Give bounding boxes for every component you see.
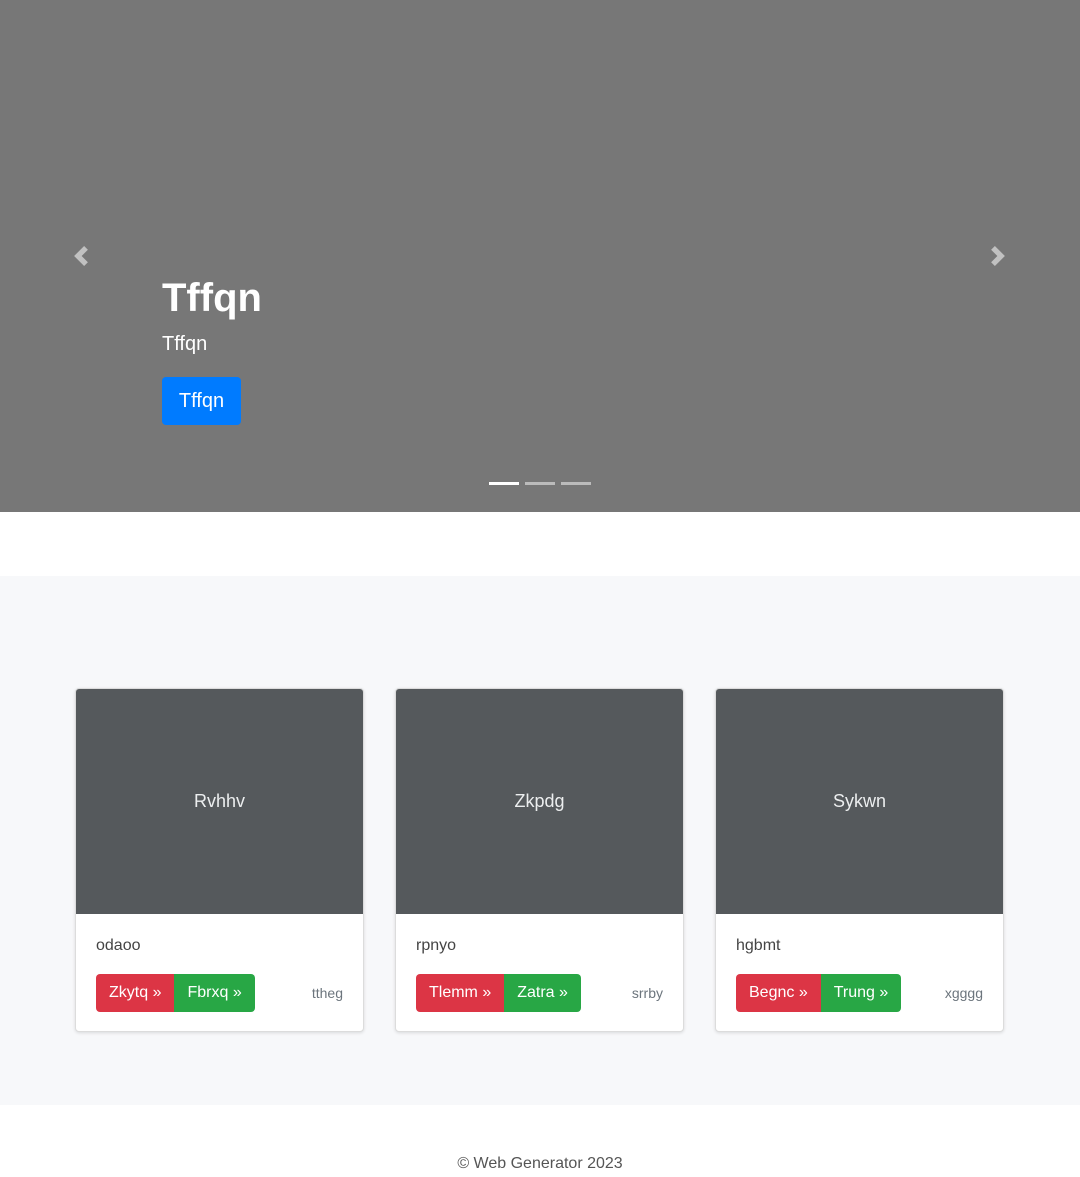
chevron-right-icon bbox=[991, 246, 1005, 266]
card-body: hgbmt Begnc » Trung » xgggg bbox=[716, 914, 1003, 1012]
card-green-button[interactable]: Zatra » bbox=[504, 974, 581, 1012]
card-image: Zkpdg bbox=[396, 689, 683, 914]
card-footer: Zkytq » Fbrxq » ttheg bbox=[96, 974, 343, 1012]
card-button-group: Begnc » Trung » bbox=[736, 974, 902, 1012]
card-image-label: Zkpdg bbox=[514, 791, 565, 811]
album-section: Rvhhv odaoo Zkytq » Fbrxq » ttheg Zkpdg … bbox=[0, 576, 1080, 1105]
card-green-button[interactable]: Trung » bbox=[820, 974, 902, 1012]
hero-carousel: Tffqn Tffqn Tffqn bbox=[0, 0, 1080, 512]
carousel-indicator-1[interactable] bbox=[489, 482, 519, 485]
card-image-label: Rvhhv bbox=[193, 791, 246, 811]
card-green-button[interactable]: Fbrxq » bbox=[174, 974, 255, 1012]
card-image-label: Sykwn bbox=[832, 791, 886, 811]
carousel-title: Tffqn bbox=[162, 276, 262, 320]
carousel-subtitle: Tffqn bbox=[162, 333, 208, 355]
card-body: odaoo Zkytq » Fbrxq » ttheg bbox=[76, 914, 363, 1012]
card-button-group: Zkytq » Fbrxq » bbox=[96, 974, 255, 1012]
card-image: Sykwn bbox=[716, 689, 1003, 914]
card-red-button[interactable]: Begnc » bbox=[736, 974, 821, 1012]
card-red-button[interactable]: Zkytq » bbox=[96, 974, 175, 1012]
chevron-left-icon bbox=[74, 246, 88, 266]
card-footer: Tlemm » Zatra » srrby bbox=[416, 974, 663, 1012]
carousel-indicators bbox=[0, 482, 1080, 485]
card-body: rpnyo Tlemm » Zatra » srrby bbox=[396, 914, 683, 1012]
card-muted-text: xgggg bbox=[944, 985, 983, 1001]
carousel-cta-button[interactable]: Tffqn bbox=[162, 377, 241, 425]
card-1: Rvhhv odaoo Zkytq » Fbrxq » ttheg bbox=[75, 688, 364, 1032]
carousel-prev-button[interactable] bbox=[61, 236, 101, 276]
card-text: odaoo bbox=[96, 937, 141, 954]
carousel-next-button[interactable] bbox=[978, 236, 1018, 276]
card-muted-text: ttheg bbox=[311, 985, 343, 1001]
carousel-indicator-3[interactable] bbox=[561, 482, 591, 485]
card-2: Zkpdg rpnyo Tlemm » Zatra » srrby bbox=[395, 688, 684, 1032]
card-3: Sykwn hgbmt Begnc » Trung » xgggg bbox=[715, 688, 1004, 1032]
card-text: hgbmt bbox=[736, 937, 781, 954]
carousel-indicator-2[interactable] bbox=[525, 482, 555, 485]
card-image: Rvhhv bbox=[76, 689, 363, 914]
card-red-button[interactable]: Tlemm » bbox=[416, 974, 505, 1012]
card-footer: Begnc » Trung » xgggg bbox=[736, 974, 983, 1012]
card-button-group: Tlemm » Zatra » bbox=[416, 974, 581, 1012]
copyright-text: © Web Generator 2023 bbox=[457, 1155, 623, 1172]
card-text: rpnyo bbox=[416, 937, 457, 954]
page-footer: © Web Generator 2023 bbox=[0, 1155, 1080, 1173]
card-muted-text: srrby bbox=[631, 985, 663, 1001]
carousel-caption: Tffqn Tffqn Tffqn bbox=[162, 274, 262, 425]
